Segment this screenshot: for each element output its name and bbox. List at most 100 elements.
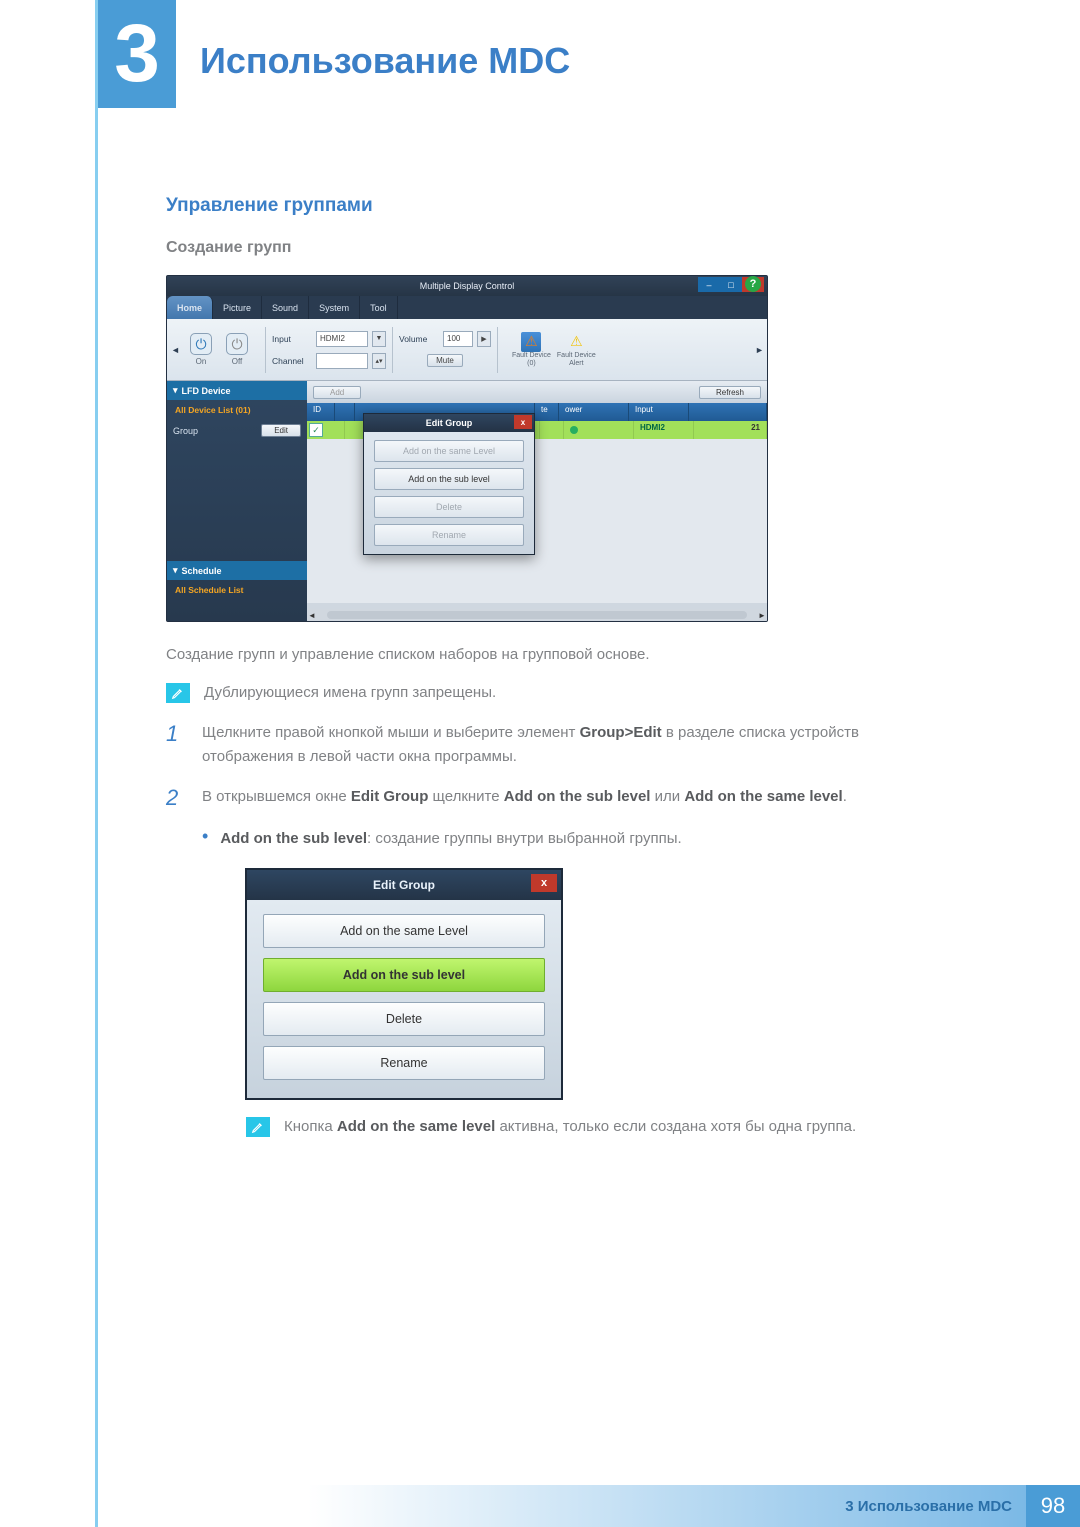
app-title: Multiple Display Control	[420, 281, 515, 291]
popup-add-same-level-button[interactable]: Add on the same Level	[374, 440, 524, 462]
tab-picture[interactable]: Picture	[213, 296, 262, 319]
dialog-add-sub-level-button[interactable]: Add on the sub level	[263, 958, 545, 992]
edit-group-button[interactable]: Edit	[261, 424, 301, 437]
window-minimize-button[interactable]: –	[698, 277, 720, 292]
note-text: Дублирующиеся имена групп запрещены.	[204, 683, 496, 701]
note-block: Дублирующиеся имена групп запрещены.	[166, 683, 916, 703]
power-off-icon: ⏻	[226, 333, 248, 355]
scroll-track[interactable]	[327, 611, 747, 619]
toolbar-scroll-right-icon[interactable]: ►	[755, 345, 763, 355]
tab-system[interactable]: System	[309, 296, 360, 319]
fault-warning-icon: ⚠	[566, 332, 586, 352]
input-dropdown-icon[interactable]: ▼	[372, 331, 386, 347]
all-schedule-list-item[interactable]: All Schedule List	[167, 580, 307, 600]
row-power-cell	[564, 421, 634, 439]
separator	[497, 327, 498, 373]
bullet-dot-icon: •	[202, 827, 208, 851]
power-on-button[interactable]: ⏻ On	[187, 331, 215, 369]
col-blank	[335, 403, 355, 421]
row-trailing-cell: 21	[694, 421, 767, 439]
lfd-device-section-header[interactable]: ▾ LFD Device	[167, 381, 307, 400]
step-1: 1 Щелкните правой кнопкой мыши и выберит…	[166, 721, 916, 769]
note-pencil-icon	[166, 683, 190, 703]
sub-bullet: • Add on the sub level: создание группы …	[202, 827, 916, 851]
group-row: Group Edit	[167, 420, 307, 441]
footer-text: 3 Использование MDC	[0, 1485, 1026, 1527]
volume-field[interactable]: 100	[443, 331, 473, 347]
input-label: Input	[272, 334, 312, 344]
col-power: ower	[559, 403, 629, 421]
step-2: 2 В открывшемся окне Edit Group щелкните…	[166, 785, 916, 811]
add-button[interactable]: Add	[313, 386, 361, 399]
input-select[interactable]: HDMI2	[316, 331, 368, 347]
chevron-down-icon: ▾	[173, 565, 178, 576]
subsection-heading: Создание групп	[166, 239, 916, 257]
all-device-list-item[interactable]: All Device List (01)	[167, 400, 307, 420]
mdc-app-screenshot: Multiple Display Control – □ x Home Pict…	[166, 275, 768, 622]
scroll-right-icon[interactable]: ►	[757, 611, 767, 620]
chevron-down-icon: ▾	[173, 385, 178, 396]
col-input: Input	[629, 403, 689, 421]
row-input-cell: HDMI2	[634, 421, 694, 439]
edit-group-popup: Edit Group x Add on the same Level Add o…	[363, 413, 535, 555]
schedule-section-header[interactable]: ▾ Schedule	[167, 561, 307, 580]
dialog-close-button[interactable]: x	[531, 874, 557, 892]
col-te: te	[535, 403, 559, 421]
note-block-2: Кнопка Add on the same level активна, то…	[246, 1117, 916, 1137]
fault-triangle-icon: ⚠	[521, 332, 541, 352]
chapter-title: Использование MDC	[200, 40, 570, 82]
row-checkbox[interactable]: ✓	[309, 423, 323, 437]
separator	[265, 327, 266, 373]
app-side-panel: ▾ LFD Device All Device List (01) Group …	[167, 381, 307, 621]
dialog-add-same-level-button[interactable]: Add on the same Level	[263, 914, 545, 948]
help-icon[interactable]: ?	[745, 276, 761, 292]
popup-add-sub-level-button[interactable]: Add on the sub level	[374, 468, 524, 490]
dialog-title: Edit Group x	[247, 870, 561, 900]
tab-tool[interactable]: Tool	[360, 296, 398, 319]
fault-device-status[interactable]: ⚠ Fault Device (0)	[512, 332, 551, 367]
channel-select[interactable]	[316, 353, 368, 369]
volume-label: Volume	[399, 334, 439, 344]
app-toolbar: ◄ ⏻ On ⏻ Off Input	[167, 319, 767, 381]
chapter-number-badge: 3	[98, 0, 176, 108]
step-number: 2	[166, 785, 184, 811]
popup-close-button[interactable]: x	[514, 415, 532, 429]
tab-home[interactable]: Home	[167, 296, 213, 319]
tab-sound[interactable]: Sound	[262, 296, 309, 319]
channel-label: Channel	[272, 356, 312, 366]
dialog-rename-button[interactable]: Rename	[263, 1046, 545, 1080]
page-footer: 3 Использование MDC 98	[0, 1485, 1080, 1527]
body-text: Создание групп и управление списком набо…	[166, 646, 916, 663]
window-maximize-button[interactable]: □	[720, 277, 742, 292]
col-tail	[689, 403, 767, 421]
scroll-left-icon[interactable]: ◄	[307, 611, 317, 620]
note-pencil-icon	[246, 1117, 270, 1137]
separator	[392, 327, 393, 373]
power-status-dot-icon	[570, 426, 578, 434]
left-accent-rule	[95, 0, 98, 1527]
step-text: В открывшемся окне Edit Group щелкните A…	[202, 785, 916, 811]
volume-play-icon[interactable]: ▶	[477, 331, 491, 347]
power-off-button[interactable]: ⏻ Off	[223, 331, 251, 369]
col-id: ID	[307, 403, 335, 421]
edit-group-dialog-illustration: Edit Group x Add on the same Level Add o…	[246, 869, 562, 1099]
page-number: 98	[1026, 1485, 1080, 1527]
toolbar-scroll-left-icon[interactable]: ◄	[171, 345, 179, 355]
mute-button[interactable]: Mute	[427, 354, 463, 367]
fault-device-alert[interactable]: ⚠ Fault Device Alert	[557, 332, 596, 367]
popup-rename-button[interactable]: Rename	[374, 524, 524, 546]
popup-title: Edit Group x	[364, 414, 534, 432]
app-tabs: Home Picture Sound System Tool ?	[167, 296, 767, 319]
refresh-button[interactable]: Refresh	[699, 386, 761, 399]
step-number: 1	[166, 721, 184, 769]
dialog-delete-button[interactable]: Delete	[263, 1002, 545, 1036]
section-heading: Управление группами	[166, 195, 916, 217]
group-label: Group	[173, 426, 198, 436]
power-on-icon: ⏻	[190, 333, 212, 355]
note-text-2: Кнопка Add on the same level активна, то…	[284, 1117, 856, 1135]
step-text: Щелкните правой кнопкой мыши и выберите …	[202, 721, 916, 769]
sub-bullet-text: Add on the sub level: создание группы вн…	[220, 827, 916, 851]
channel-stepper-icon[interactable]: ▴▾	[372, 353, 386, 369]
popup-delete-button[interactable]: Delete	[374, 496, 524, 518]
horizontal-scrollbar[interactable]: ◄ ►	[307, 609, 767, 621]
